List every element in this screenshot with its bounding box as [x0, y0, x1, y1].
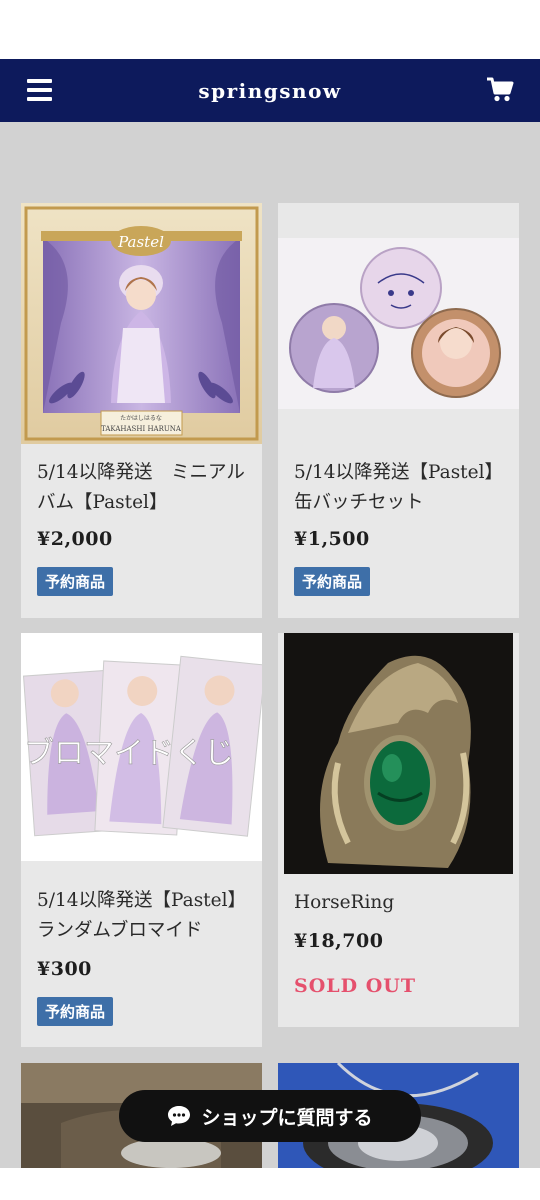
product-price: ¥2,000 [37, 528, 113, 550]
product-card[interactable]: 5/14以降発送【Pastel】缶バッチセット ¥1,500 予約商品 [278, 203, 519, 618]
product-name[interactable]: HorseRing [294, 888, 507, 918]
bottom-bar [0, 1168, 540, 1200]
product-image-album[interactable]: Pastel たかはしはるな TAKAHASHI HARUNA [21, 203, 262, 444]
preorder-badge: 予約商品 [37, 567, 114, 596]
product-image-horse-ring[interactable] [278, 633, 519, 874]
product-name[interactable]: 5/14以降発送 ミニアルバム【Pastel】 [37, 458, 250, 518]
album-caption-kana: たかはしはるな [120, 415, 162, 422]
preorder-badge: 予約商品 [294, 567, 371, 596]
status-area [0, 0, 540, 59]
site-title[interactable]: springsnow [198, 79, 341, 103]
sold-out-label: SOLD OUT [294, 975, 416, 997]
product-image-badges[interactable] [278, 203, 519, 444]
product-price: ¥18,700 [294, 930, 384, 952]
product-price: ¥1,500 [294, 528, 370, 550]
product-name[interactable]: 5/14以降発送【Pastel】ランダムブロマイド [37, 886, 250, 946]
preorder-badge: 予約商品 [37, 997, 114, 1026]
product-card[interactable]: ブロマイドくじ 5/14以降発送【Pastel】ランダムブロマイド ¥300 予… [21, 633, 262, 1047]
ask-shop-label: ショップに質問する [201, 1106, 373, 1129]
hamburger-menu-icon[interactable] [27, 79, 52, 101]
product-price: ¥300 [37, 958, 92, 980]
product-card[interactable]: HorseRing ¥18,700 SOLD OUT [278, 633, 519, 1027]
ask-shop-button[interactable]: ショップに質問する [119, 1090, 421, 1142]
product-card[interactable]: Pastel たかはしはるな TAKAHASHI HARUNA 5/14以降発送… [21, 203, 262, 618]
product-image-bromide[interactable]: ブロマイドくじ [21, 633, 262, 861]
shopping-cart-icon[interactable] [486, 76, 514, 104]
album-caption: TAKAHASHI HARUNA [101, 425, 182, 433]
chat-bubble-icon [168, 1106, 191, 1126]
album-logo: Pastel [117, 233, 164, 251]
bromide-overlay-text: ブロマイドくじ [24, 736, 234, 771]
product-name[interactable]: 5/14以降発送【Pastel】缶バッチセット [294, 458, 507, 518]
site-header: springsnow [0, 59, 540, 122]
